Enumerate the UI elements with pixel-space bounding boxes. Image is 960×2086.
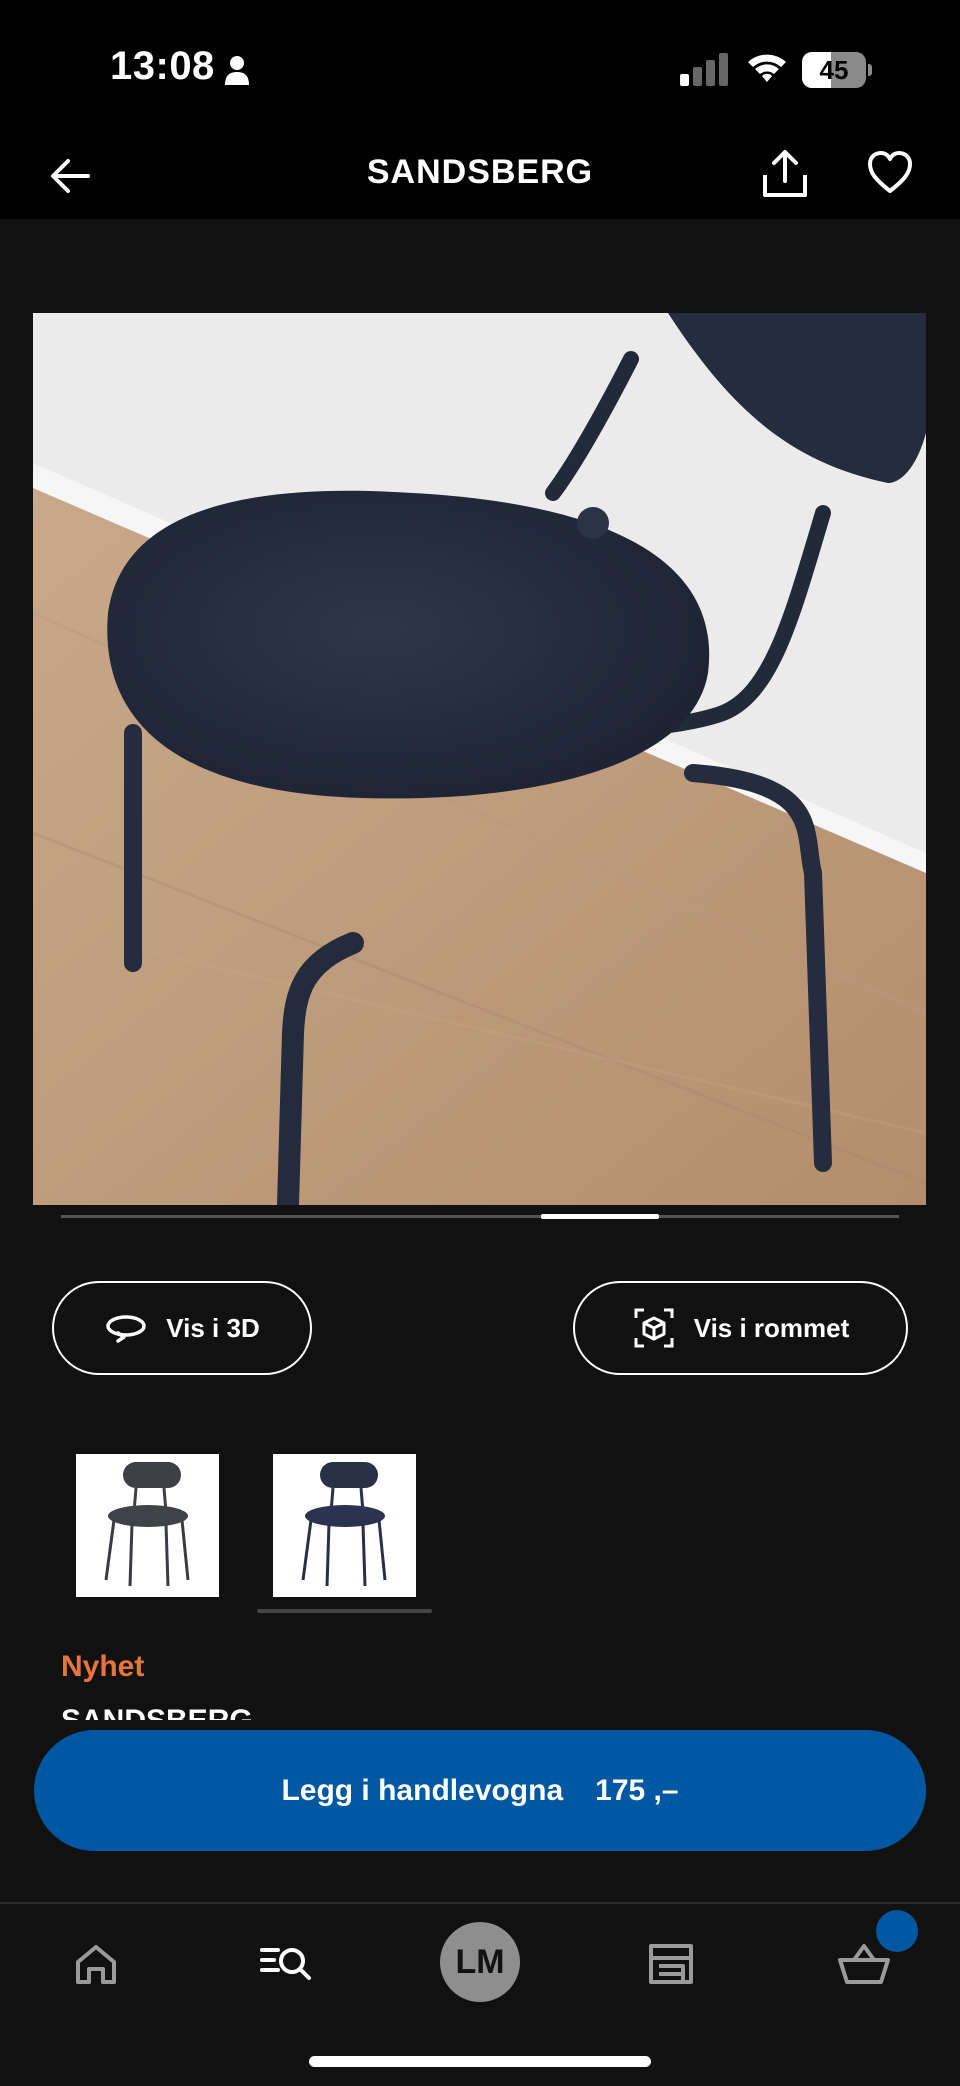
product-name-partial: SANDSBERG [61,1700,361,1720]
home-icon[interactable] [66,1934,126,1994]
page-title: SANDSBERG [366,153,594,191]
status-bar: 13:08 45 [0,0,960,135]
product-image[interactable] [33,313,926,1205]
rotate-3d-icon [106,1315,147,1343]
new-badge: Nyhet [61,1650,145,1683]
back-arrow-icon[interactable] [48,153,94,199]
chair-thumbnail-grey [76,1454,219,1597]
variant-thumbnail-dark-blue[interactable] [273,1454,416,1597]
profile-avatar[interactable]: LM [440,1922,520,2002]
signal-icon [680,53,728,86]
gallery-scroll-track [61,1215,899,1218]
battery-indicator: 45 [802,52,872,88]
share-icon[interactable] [760,149,810,199]
view-3d-label: Vis i 3D [166,1312,260,1343]
heart-icon[interactable] [866,149,914,197]
avatar-initials: LM [455,1942,505,1981]
variant-thumbnail-dark-grey[interactable] [76,1454,219,1597]
home-indicator [309,2056,651,2067]
person-icon [225,56,249,85]
cart-notification-badge [876,1910,918,1952]
chair-photo [33,313,926,1205]
wifi-icon [748,54,786,82]
selected-variant-underline [257,1609,432,1613]
battery-level: 45 [819,55,849,85]
app-header: SANDSBERG [0,135,960,219]
product-name: SANDSBERG [61,1704,361,1720]
add-to-cart-price: 175 ,– [595,1773,679,1807]
view-in-room-button[interactable]: Vis i rommet [573,1281,908,1375]
status-time: 13:08 [110,44,215,88]
search-list-icon[interactable] [256,1934,316,1994]
store-icon[interactable] [641,1934,701,1994]
view-3d-button[interactable]: Vis i 3D [52,1281,312,1375]
gallery-scroll-indicator [541,1214,659,1219]
add-to-cart-label: Legg i handlevogna [281,1773,564,1807]
ar-cube-icon [634,1308,674,1348]
chair-thumbnail-blue [273,1454,416,1597]
view-in-room-label: Vis i rommet [693,1312,850,1343]
add-to-cart-button[interactable]: Legg i handlevogna 175 ,– [34,1730,926,1851]
